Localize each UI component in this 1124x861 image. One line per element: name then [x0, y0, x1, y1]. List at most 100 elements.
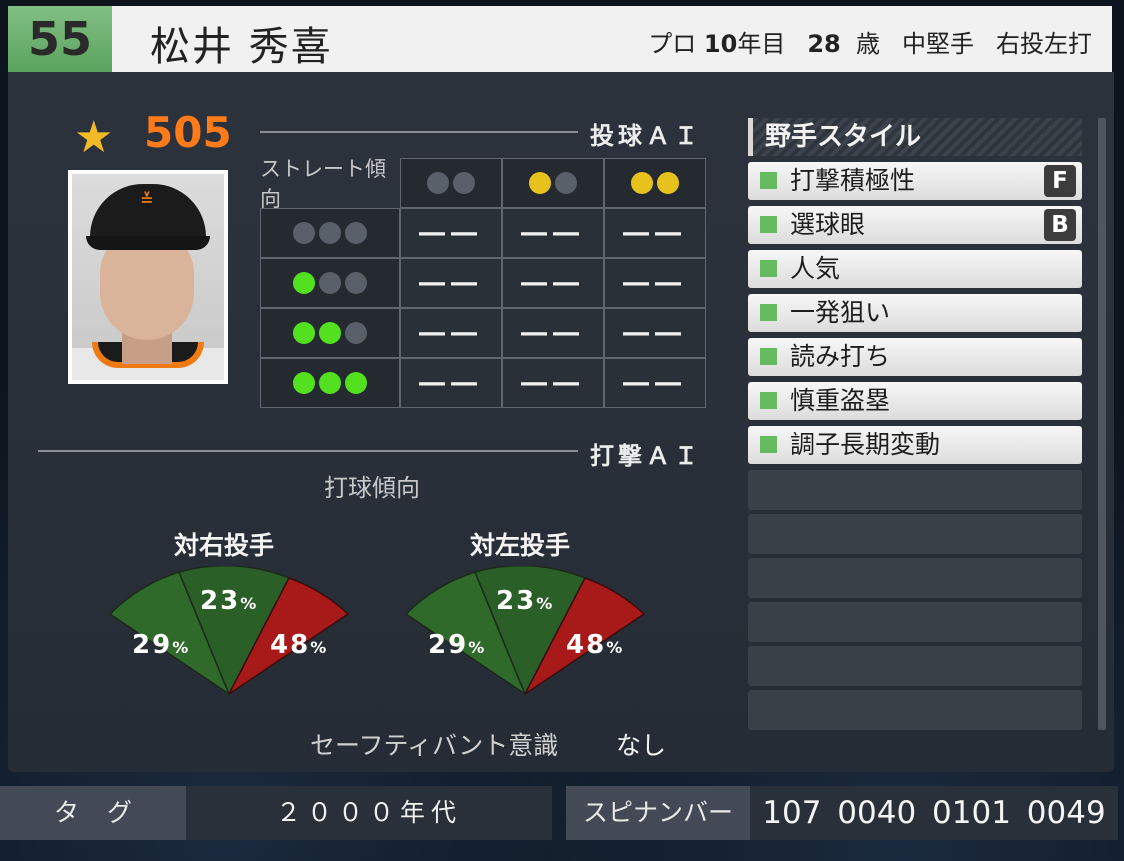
fielder-style-grade: B	[1044, 209, 1076, 241]
dot-icon	[345, 322, 367, 344]
vs-left-center-pct: 23%	[496, 586, 555, 616]
vs-left-right-pct: 48%	[566, 630, 625, 660]
grid-value: ――	[521, 218, 585, 248]
fielder-style-label: 読み打ち	[790, 342, 891, 371]
grid-value-cell: ――	[502, 258, 604, 308]
dot-icon	[345, 372, 367, 394]
grid-value-cell: ――	[502, 208, 604, 258]
grid-row-header	[260, 358, 400, 408]
grid-value: ――	[419, 268, 483, 298]
grid-column-header	[400, 158, 502, 208]
dot-icon	[555, 172, 577, 194]
dot-icon	[293, 322, 315, 344]
pitching-ai-title: 投球ＡＩ	[590, 122, 702, 150]
green-square-icon	[760, 392, 777, 409]
fielder-style-grade: F	[1044, 165, 1076, 197]
grid-value-cell: ――	[604, 258, 706, 308]
safety-bunt-label: セーフティバント意識	[310, 731, 559, 760]
style-scrollbar[interactable]	[1098, 118, 1106, 730]
star-icon: ★	[74, 112, 114, 163]
dot-icon	[427, 172, 449, 194]
dot-icon	[293, 272, 315, 294]
empty-style-slot	[748, 690, 1082, 730]
tag-bar: タグ ２０００年代	[0, 786, 552, 840]
fielder-style-item[interactable]: 読み打ち	[748, 338, 1082, 376]
empty-style-slot	[748, 558, 1082, 598]
pitching-ai-grid: ストレート傾向 ―― ―― ―― ―― ―― ―― ―― ―― ―― ―― ―― ――	[260, 157, 706, 408]
dot-icon	[319, 272, 341, 294]
grid-column-header	[604, 158, 706, 208]
dot-icon	[319, 322, 341, 344]
safety-bunt-value: なし	[616, 731, 667, 760]
spin-number-value: 107 0040 0101 0049	[762, 795, 1106, 831]
vs-right-center-pct: 23%	[200, 586, 259, 616]
grid-value-cell: ――	[604, 358, 706, 408]
fielder-style-label: 慎重盗塁	[790, 386, 891, 415]
green-square-icon	[760, 260, 777, 277]
fielder-style-item[interactable]: 打撃積極性 F	[748, 162, 1082, 200]
tag-label: タグ	[0, 786, 186, 840]
grid-value: ――	[623, 318, 687, 348]
vs-right-pitcher-label: 対右投手	[174, 531, 275, 560]
player-position: 中堅手	[902, 30, 974, 58]
empty-style-slot	[748, 470, 1082, 510]
dot-icon	[319, 222, 341, 244]
batting-ai-title: 打撃ＡＩ	[590, 442, 702, 470]
spin-number-bar: スピナンバー 107 0040 0101 0049	[566, 786, 1118, 840]
grid-value: ――	[623, 218, 687, 248]
dot-icon	[631, 172, 653, 194]
tag-value: ２０００年代	[275, 798, 462, 827]
grid-value: ――	[521, 368, 585, 398]
empty-style-slot	[748, 646, 1082, 686]
straight-tendency-label: ストレート傾向	[260, 157, 386, 211]
fielder-style-item[interactable]: 人気	[748, 250, 1082, 288]
grid-value-cell: ――	[604, 208, 706, 258]
grid-value: ――	[623, 368, 687, 398]
fielder-style-item[interactable]: 一発狙い	[748, 294, 1082, 332]
spin-number-label: スピナンバー	[566, 786, 750, 840]
player-photo: ≚	[68, 170, 228, 384]
fielder-style-label: 調子長期変動	[790, 430, 941, 459]
grid-value-cell: ――	[400, 308, 502, 358]
uniform-number: 55	[8, 6, 112, 72]
grid-value: ――	[419, 368, 483, 398]
grid-value: ――	[521, 318, 585, 348]
dot-icon	[657, 172, 679, 194]
green-square-icon	[760, 172, 777, 189]
grid-row-header	[260, 258, 400, 308]
fielder-style-item[interactable]: 調子長期変動	[748, 426, 1082, 464]
grid-value: ――	[521, 268, 585, 298]
dot-icon	[529, 172, 551, 194]
green-square-icon	[760, 348, 777, 365]
empty-style-slot	[748, 514, 1082, 554]
fielder-style-item[interactable]: 選球眼 B	[748, 206, 1082, 244]
grid-value-cell: ――	[502, 358, 604, 408]
divider	[38, 450, 578, 452]
dot-icon	[453, 172, 475, 194]
green-square-icon	[760, 436, 777, 453]
dot-icon	[293, 372, 315, 394]
fielder-style-label: 打撃積極性	[790, 166, 916, 195]
dot-icon	[293, 222, 315, 244]
vs-left-left-pct: 29%	[428, 630, 487, 660]
main-panel: ★ 505 ≚ 投球ＡＩ ストレート傾向 ―― ―― ―― ―― ―― ―― ―― ―― ―― ―…	[8, 72, 1114, 772]
player-handedness: 右投左打	[996, 30, 1092, 58]
player-name: 松井 秀喜	[150, 24, 333, 70]
player-info: プロ 10年目 28 歳 中堅手 右投左打	[648, 24, 1092, 59]
vs-right-left-pct: 29%	[132, 630, 191, 660]
green-square-icon	[760, 216, 777, 233]
team-logo-icon: ≚	[140, 190, 154, 209]
dot-icon	[319, 372, 341, 394]
pro-years: プロ 10年目	[648, 30, 786, 58]
grid-value-cell: ――	[400, 258, 502, 308]
fielder-style-label: 人気	[790, 254, 841, 283]
fielder-style-item[interactable]: 慎重盗塁	[748, 382, 1082, 420]
divider	[260, 131, 578, 133]
fielder-style-label: 選球眼	[790, 210, 866, 239]
dot-icon	[345, 222, 367, 244]
grid-value: ――	[419, 318, 483, 348]
player-header: 55 松井 秀喜 プロ 10年目 28 歳 中堅手 右投左打	[8, 6, 1112, 72]
overall-rating: 505	[144, 108, 232, 157]
grid-row-header	[260, 308, 400, 358]
fielder-style-header: 野手スタイル	[748, 118, 1082, 156]
